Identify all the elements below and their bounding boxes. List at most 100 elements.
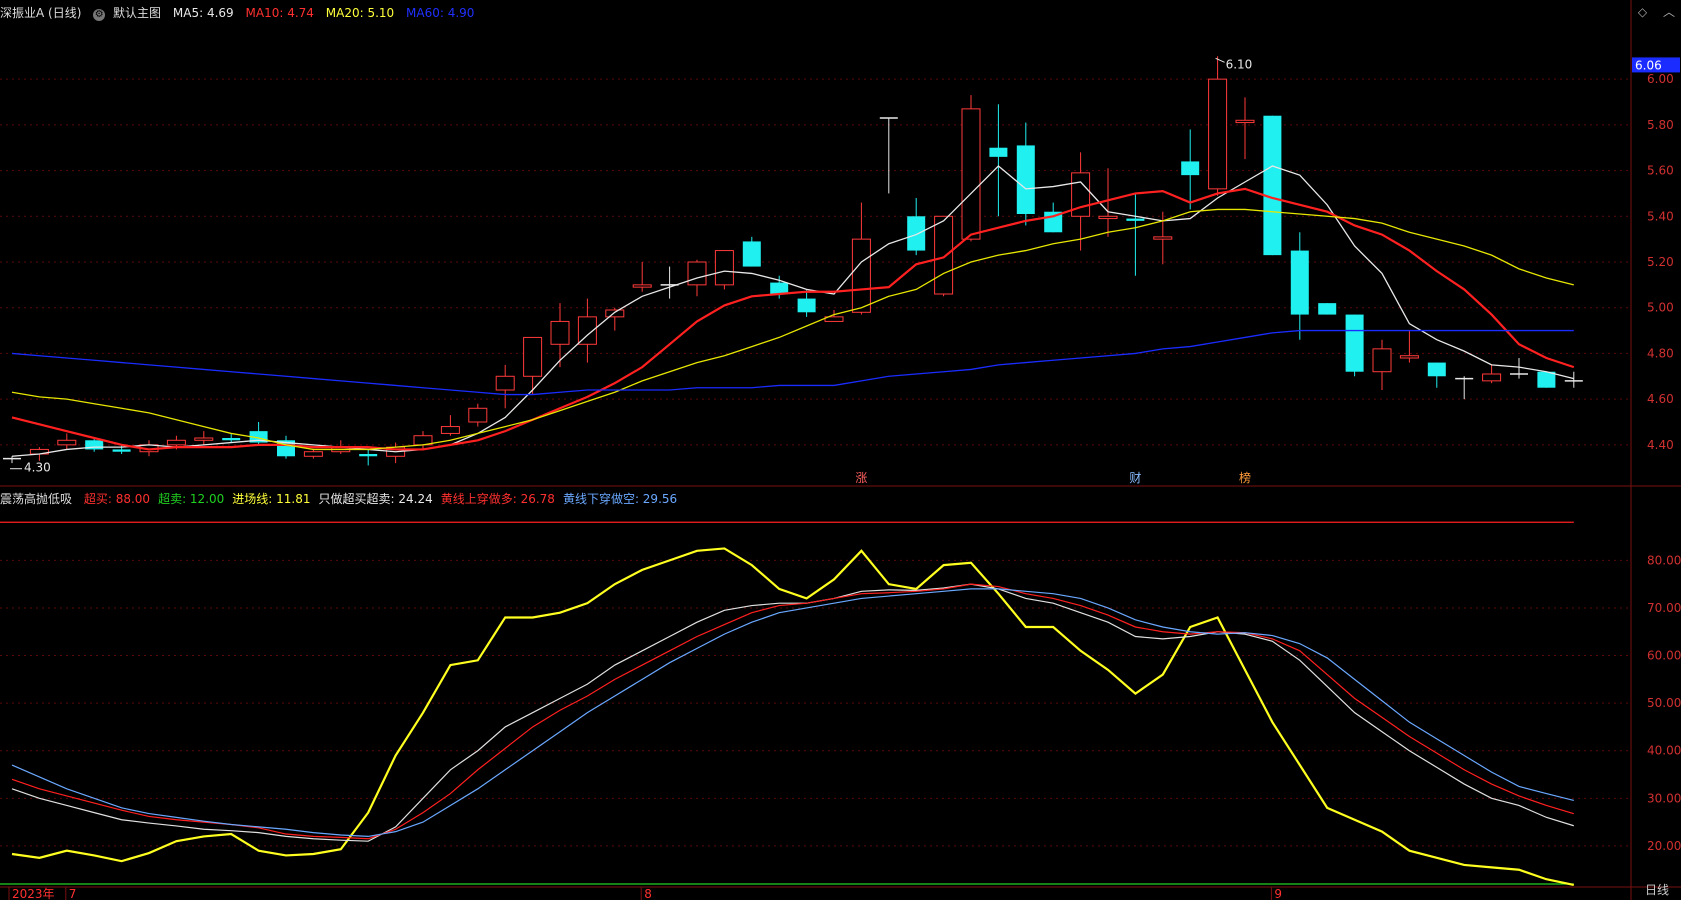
candle <box>1537 371 1556 388</box>
candle <box>468 403 488 427</box>
candle-body <box>1290 250 1309 315</box>
candle-body <box>303 451 323 457</box>
candle <box>961 95 981 242</box>
candle-body <box>1318 303 1337 315</box>
ma-line-ma10 <box>11 187 1575 451</box>
candle-body <box>57 439 77 446</box>
candle-body <box>495 375 515 391</box>
ma-line-ma60 <box>11 329 1574 396</box>
gear-icon[interactable]: ⚙ <box>93 9 106 21</box>
candle <box>1126 193 1145 276</box>
indicator-tick-label: 80.00 <box>1647 553 1681 567</box>
candle <box>57 433 77 450</box>
time-axis-label: 7 <box>69 887 77 900</box>
chevron-up-icon[interactable]: ︿ <box>1663 5 1675 19</box>
candle-body <box>523 336 543 377</box>
ma-line-ma20 <box>11 208 1574 451</box>
candle-body <box>440 426 460 434</box>
candle-body <box>961 108 981 240</box>
indicator-line <box>11 588 1574 838</box>
candle <box>824 310 844 322</box>
candle <box>3 456 21 464</box>
ma60-readout: MA60: 4.90 <box>406 6 474 20</box>
candle <box>550 303 570 368</box>
candle-body <box>1153 236 1173 240</box>
indicator-param-3: 只做超买超卖: 24.24 <box>318 492 433 506</box>
candle-body <box>989 147 1008 157</box>
candle <box>989 104 1008 217</box>
time-axis-label: 2023年 <box>12 887 55 900</box>
candle-body <box>632 284 652 288</box>
candle <box>1208 56 1228 196</box>
candle <box>386 442 406 464</box>
candle <box>1345 314 1364 377</box>
candle <box>523 336 543 395</box>
candle <box>1399 330 1419 363</box>
candle <box>1016 122 1035 226</box>
candle <box>1564 371 1583 388</box>
period-label[interactable]: 日线 <box>1645 881 1669 898</box>
candle-body <box>468 407 488 423</box>
candle-body <box>1126 218 1145 221</box>
candle <box>1290 232 1309 340</box>
candle-body <box>1399 355 1419 359</box>
template-label[interactable]: 默认主图 <box>113 6 161 20</box>
candle <box>1455 376 1474 400</box>
indicator-line <box>11 583 1574 842</box>
indicator-param-1: 超卖: 12.00 <box>158 492 225 506</box>
candle-body <box>1345 314 1364 372</box>
indicator-param-4: 黄线上穿做多: 26.78 <box>440 492 555 506</box>
candle-body <box>1016 145 1035 214</box>
candle <box>303 449 323 459</box>
candle <box>1071 152 1091 251</box>
candle-body <box>907 216 926 251</box>
price-tick-label: 4.40 <box>1647 438 1674 452</box>
indicator-name[interactable]: 震荡高抛低吸 <box>0 492 72 506</box>
candle <box>1318 303 1337 315</box>
indicator-tick-label: 60.00 <box>1647 649 1681 663</box>
candle-body <box>1235 119 1255 124</box>
indicator-tick-label: 70.00 <box>1647 601 1681 615</box>
candle <box>194 431 214 445</box>
ma5-value: 4.69 <box>206 6 234 20</box>
ma10-value: 4.74 <box>287 6 314 20</box>
indicator-param-0: 超买: 88.00 <box>83 492 151 506</box>
indicator-param-2: 进场线: 11.81 <box>232 492 311 506</box>
diamond-icon[interactable]: ◇ <box>1638 5 1647 19</box>
price-tick-label: 5.60 <box>1647 164 1674 178</box>
candle <box>277 435 295 459</box>
candle-body <box>1208 78 1228 190</box>
candle <box>359 449 378 466</box>
high-price-label: 6.10 <box>1226 57 1253 71</box>
ma60-label: MA60: <box>406 6 444 20</box>
event-tag: 榜 <box>1239 470 1251 485</box>
candle <box>742 236 761 267</box>
price-tick-label: 5.20 <box>1647 255 1674 269</box>
candle-body <box>1537 371 1556 388</box>
event-tag: 财 <box>1129 471 1141 485</box>
indicator-line <box>11 547 1575 886</box>
candle-body <box>1098 215 1118 220</box>
indicator-line <box>11 583 1574 840</box>
symbol-label[interactable]: 深振业A (日线) <box>0 6 81 20</box>
ma5-readout: MA5: 4.69 <box>173 6 234 20</box>
price-tick-label: 4.60 <box>1647 392 1674 406</box>
price-tick-label: 5.40 <box>1647 209 1674 223</box>
candle <box>879 117 898 194</box>
candle-body <box>166 439 186 446</box>
price-tick-label: 6.00 <box>1647 72 1674 86</box>
ma10-label: MA10: <box>245 6 284 20</box>
candle-body <box>194 437 214 441</box>
ma-line-ma5 <box>11 165 1574 457</box>
indicator-tick-label: 50.00 <box>1647 696 1681 710</box>
candle-body <box>222 438 241 441</box>
stock-chart-canvas[interactable]: 6.00 5.80 5.60 5.40 5.20 5.00 4.80 4.60 4.40 6.06… <box>0 0 1681 900</box>
time-axis-label: 8 <box>644 887 652 900</box>
ma10-readout: MA10: 4.74 <box>246 6 314 20</box>
candle-body <box>1372 348 1392 373</box>
price-tick-label: 5.80 <box>1647 118 1674 132</box>
candle <box>605 307 625 331</box>
candle <box>1235 97 1255 160</box>
main-chart-header: 深振业A (日线) ⚙ 默认主图 MA5: 4.69 MA10: 4.74 MA… <box>0 4 482 22</box>
candle <box>495 364 515 409</box>
